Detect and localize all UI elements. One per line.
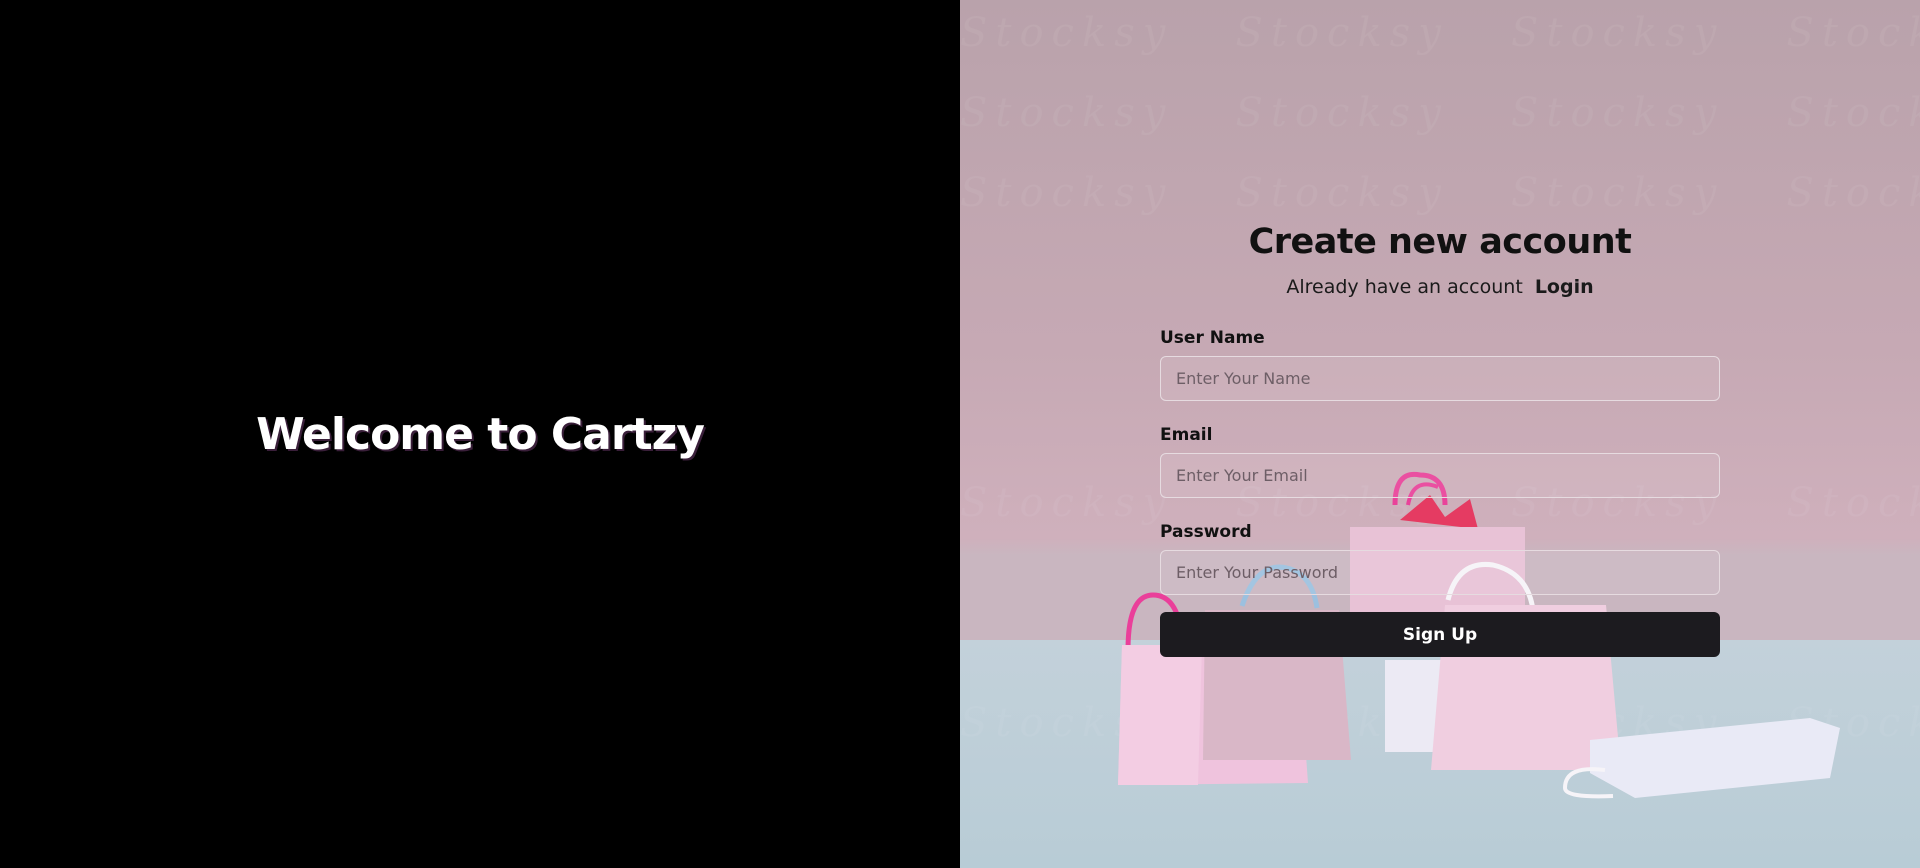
password-label: Password <box>1160 522 1252 542</box>
password-field-group: Password <box>1160 522 1720 607</box>
login-link[interactable]: Login <box>1535 276 1594 298</box>
form-title: Create new account <box>1248 222 1632 262</box>
login-prompt: Already have an account Login <box>1160 276 1720 298</box>
email-field-group: Email <box>1160 425 1720 510</box>
username-field-group: User Name <box>1160 328 1720 413</box>
welcome-panel: Welcome to Cartzy <box>0 0 960 868</box>
signup-panel: Stocksy Stocksy Stocksy Stocksy Stocksy … <box>960 0 1920 868</box>
login-prompt-text: Already have an account <box>1286 276 1523 298</box>
username-input[interactable] <box>1160 356 1720 401</box>
email-label: Email <box>1160 425 1213 445</box>
welcome-title: Welcome to Cartzy <box>256 408 705 460</box>
signup-form: Create new account Already have an accou… <box>1160 222 1720 657</box>
password-input[interactable] <box>1160 550 1720 595</box>
username-label: User Name <box>1160 328 1265 348</box>
signup-page: Welcome to Cartzy Stocksy Stocksy Stocks… <box>0 0 1920 868</box>
email-input[interactable] <box>1160 453 1720 498</box>
signup-button[interactable]: Sign Up <box>1160 612 1720 657</box>
